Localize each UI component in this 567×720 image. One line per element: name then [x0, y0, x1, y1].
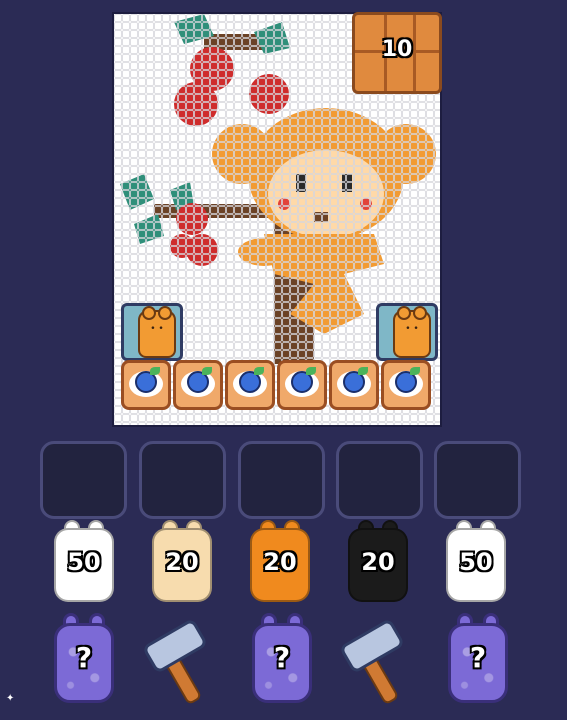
- hammer-icon: [144, 620, 206, 704]
- bear-creature-icon: • •: [138, 306, 176, 358]
- empty-slot[interactable]: [434, 441, 521, 519]
- leaf-icon: [306, 367, 316, 375]
- mystery-label: ?: [273, 641, 291, 674]
- empty-slot[interactable]: [336, 441, 423, 519]
- blueberry-tray[interactable]: [121, 360, 171, 410]
- leaf-icon: [358, 367, 368, 375]
- bag-count: 20: [165, 548, 199, 576]
- bear-creature-icon: • •: [393, 306, 431, 358]
- leaf-icon: [150, 367, 160, 375]
- mystery-label: ?: [75, 641, 93, 674]
- empty-slot[interactable]: [139, 441, 226, 519]
- blueberry-tray[interactable]: [277, 360, 327, 410]
- blueberry-tray[interactable]: [173, 360, 223, 410]
- cream-bag[interactable]: 20: [150, 520, 214, 610]
- mystery-bag[interactable]: ?: [445, 613, 511, 705]
- mystery-bag[interactable]: ?: [51, 613, 117, 705]
- bag-count: 20: [263, 548, 297, 576]
- empty-slot[interactable]: [40, 441, 127, 519]
- orange-bag[interactable]: 20: [248, 520, 312, 610]
- bag-count: 20: [361, 548, 395, 576]
- hammer-icon: [341, 620, 403, 704]
- blueberry-tray[interactable]: [381, 360, 431, 410]
- empty-slot[interactable]: [238, 441, 325, 519]
- hammer-booster[interactable]: [141, 618, 221, 710]
- white-bag[interactable]: 50: [52, 520, 116, 610]
- crate-count: 10: [381, 37, 413, 62]
- bag-count: 50: [67, 548, 101, 576]
- hammer-booster[interactable]: [338, 618, 418, 710]
- crate-counter: 10: [352, 12, 442, 94]
- bag-count: 50: [459, 548, 493, 576]
- black-bag[interactable]: 20: [346, 520, 410, 610]
- leaf-icon: [410, 367, 420, 375]
- blueberry-tray[interactable]: [329, 360, 379, 410]
- blueberry-tray[interactable]: [225, 360, 275, 410]
- sparkle-icon: ✦: [6, 693, 15, 704]
- creature-pen-left[interactable]: • •: [121, 303, 183, 361]
- creature-pen-right[interactable]: • •: [376, 303, 438, 361]
- white-bag[interactable]: 50: [444, 520, 508, 610]
- mystery-label: ?: [469, 641, 487, 674]
- mystery-bag[interactable]: ?: [249, 613, 315, 705]
- leaf-icon: [202, 367, 212, 375]
- leaf-icon: [254, 367, 264, 375]
